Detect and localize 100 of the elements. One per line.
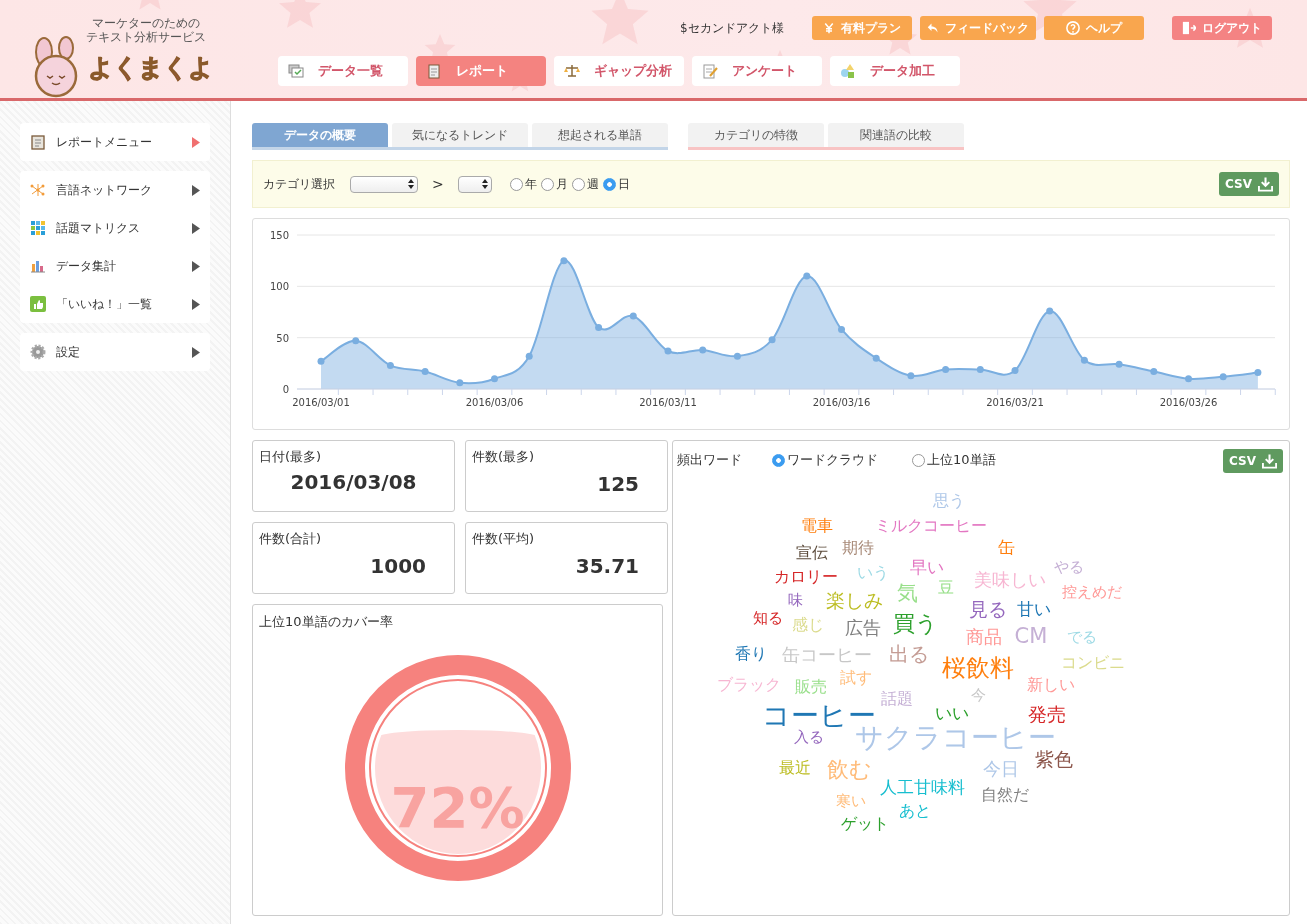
x-tick-label: 2016/03/06 — [465, 397, 524, 408]
sidebar-item-label: データ集計 — [56, 257, 117, 275]
point — [525, 352, 533, 360]
grid-icon — [30, 220, 46, 236]
filter-label: カテゴリ選択 — [263, 175, 335, 193]
cloud-word: 販売 — [795, 679, 827, 695]
caret-icon — [192, 298, 200, 310]
point — [872, 354, 880, 362]
logo-tagline: マーケターのための — [91, 16, 201, 30]
cloud-word: いう — [857, 565, 889, 581]
point — [1046, 307, 1054, 315]
radio-button[interactable] — [540, 177, 554, 191]
cloud-word: ミルクコーヒー — [875, 518, 987, 534]
sidebar-item[interactable]: 設定 — [20, 333, 210, 371]
gear-icon — [30, 344, 46, 360]
period-radio[interactable]: 月 — [540, 175, 568, 193]
coverage-title: 上位10単語のカバー率 — [259, 613, 394, 631]
y-tick-label: 100 — [269, 281, 289, 293]
cloud-word: 紫色 — [1035, 749, 1073, 769]
view-mode-radio[interactable]: 上位10単語 — [912, 451, 996, 469]
panel-title: 頻出ワード — [677, 451, 742, 469]
cloud-word: コンビニ — [1061, 655, 1125, 671]
cloud-word: CM — [1014, 625, 1048, 647]
nav-tab[interactable]: ギャップ分析 — [554, 56, 684, 86]
period-radio[interactable]: 週 — [571, 175, 599, 193]
reply-arrow-icon — [926, 22, 939, 34]
view-mode-radio[interactable]: ワードクラウド — [772, 451, 878, 469]
x-tick-label: 2016/03/21 — [986, 397, 1044, 408]
sidebar-item[interactable]: 言語ネットワーク — [20, 171, 210, 209]
point — [1219, 373, 1227, 381]
category-select[interactable] — [350, 175, 418, 193]
period-radio[interactable]: 日 — [602, 175, 630, 193]
x-tick-label: 2016/03/01 — [292, 397, 350, 408]
report-tab[interactable]: カテゴリの特徴 — [688, 123, 824, 147]
point — [1115, 360, 1123, 368]
caret-icon — [192, 184, 200, 196]
x-tick-label: 2016/03/16 — [812, 397, 871, 408]
point — [456, 379, 464, 387]
report-tab[interactable]: 想起される単語 — [532, 123, 668, 147]
radio-button[interactable] — [602, 177, 616, 191]
point — [421, 368, 429, 376]
cloud-word: 控えめだ — [1062, 584, 1122, 600]
cloud-word: 味 — [787, 592, 803, 608]
point — [838, 325, 845, 333]
point — [664, 347, 672, 355]
stat-label: 件数(最多) — [472, 448, 536, 466]
network-icon — [30, 182, 46, 198]
help-icon — [1065, 21, 1080, 35]
point — [386, 361, 394, 369]
point — [491, 375, 498, 383]
radio-button[interactable] — [772, 453, 785, 467]
radio-button[interactable] — [912, 453, 925, 467]
point — [317, 357, 325, 365]
sidebar-item[interactable]: レポートメニュー — [20, 123, 210, 161]
bar-chart-icon — [30, 258, 46, 274]
cloud-word: 広告 — [845, 619, 881, 637]
stat-value: 2016/03/08 — [290, 470, 417, 494]
point — [942, 365, 950, 373]
stat-value: 35.71 — [575, 554, 639, 578]
cloud-word: 自然だ — [981, 787, 1029, 803]
x-tick-label: 2016/03/11 — [639, 397, 697, 408]
point — [1150, 368, 1158, 376]
download-icon — [1257, 176, 1273, 192]
cloud-word: 缶 — [997, 538, 1015, 556]
cloud-word: カロリー — [774, 569, 838, 585]
select-arrows-icon — [408, 179, 414, 189]
cloud-word: いい — [935, 704, 969, 722]
radio-button[interactable] — [571, 177, 585, 191]
report-tab[interactable]: 関連語の比較 — [828, 123, 964, 147]
x-tick-label: 2016/03/26 — [1159, 397, 1218, 408]
cloud-word: 香り — [735, 646, 767, 662]
nav-tab[interactable]: データ加工 — [830, 56, 960, 86]
cloud-word: 最近 — [779, 760, 811, 776]
stat-label: 日付(最多) — [259, 448, 323, 466]
report-tab[interactable]: 気になるトレンド — [392, 123, 528, 147]
subcategory-select[interactable] — [457, 175, 492, 193]
cloud-word: 寒い — [836, 793, 866, 809]
point — [1080, 356, 1088, 364]
cloud-word: ゲット — [841, 816, 889, 832]
stat-value: 1000 — [370, 554, 426, 578]
sidebar-item[interactable]: 「いいね！」一覧 — [20, 285, 210, 323]
nav-tab[interactable]: データ一覧 — [278, 56, 408, 86]
clipboard-icon — [426, 63, 442, 79]
notepad-pencil-icon — [702, 63, 718, 79]
nav-tab[interactable]: アンケート — [692, 56, 822, 86]
exit-door-icon — [1181, 21, 1196, 35]
point — [1185, 375, 1192, 383]
point — [907, 372, 915, 380]
user-name: $セカンドアクト様 — [680, 19, 784, 37]
cloud-word: 気 — [896, 582, 918, 604]
cloud-word: 豆 — [938, 580, 954, 596]
cloud-word: 話題 — [881, 691, 913, 707]
sidebar-item[interactable]: 話題マトリクス — [20, 209, 210, 247]
y-tick-label: 50 — [276, 332, 289, 344]
point — [595, 323, 603, 331]
point — [629, 312, 637, 320]
cloud-word: 美味しい — [974, 571, 1046, 589]
period-radio[interactable]: 年 — [509, 175, 537, 193]
radio-button[interactable] — [509, 177, 523, 191]
sidebar-item[interactable]: データ集計 — [20, 247, 210, 285]
